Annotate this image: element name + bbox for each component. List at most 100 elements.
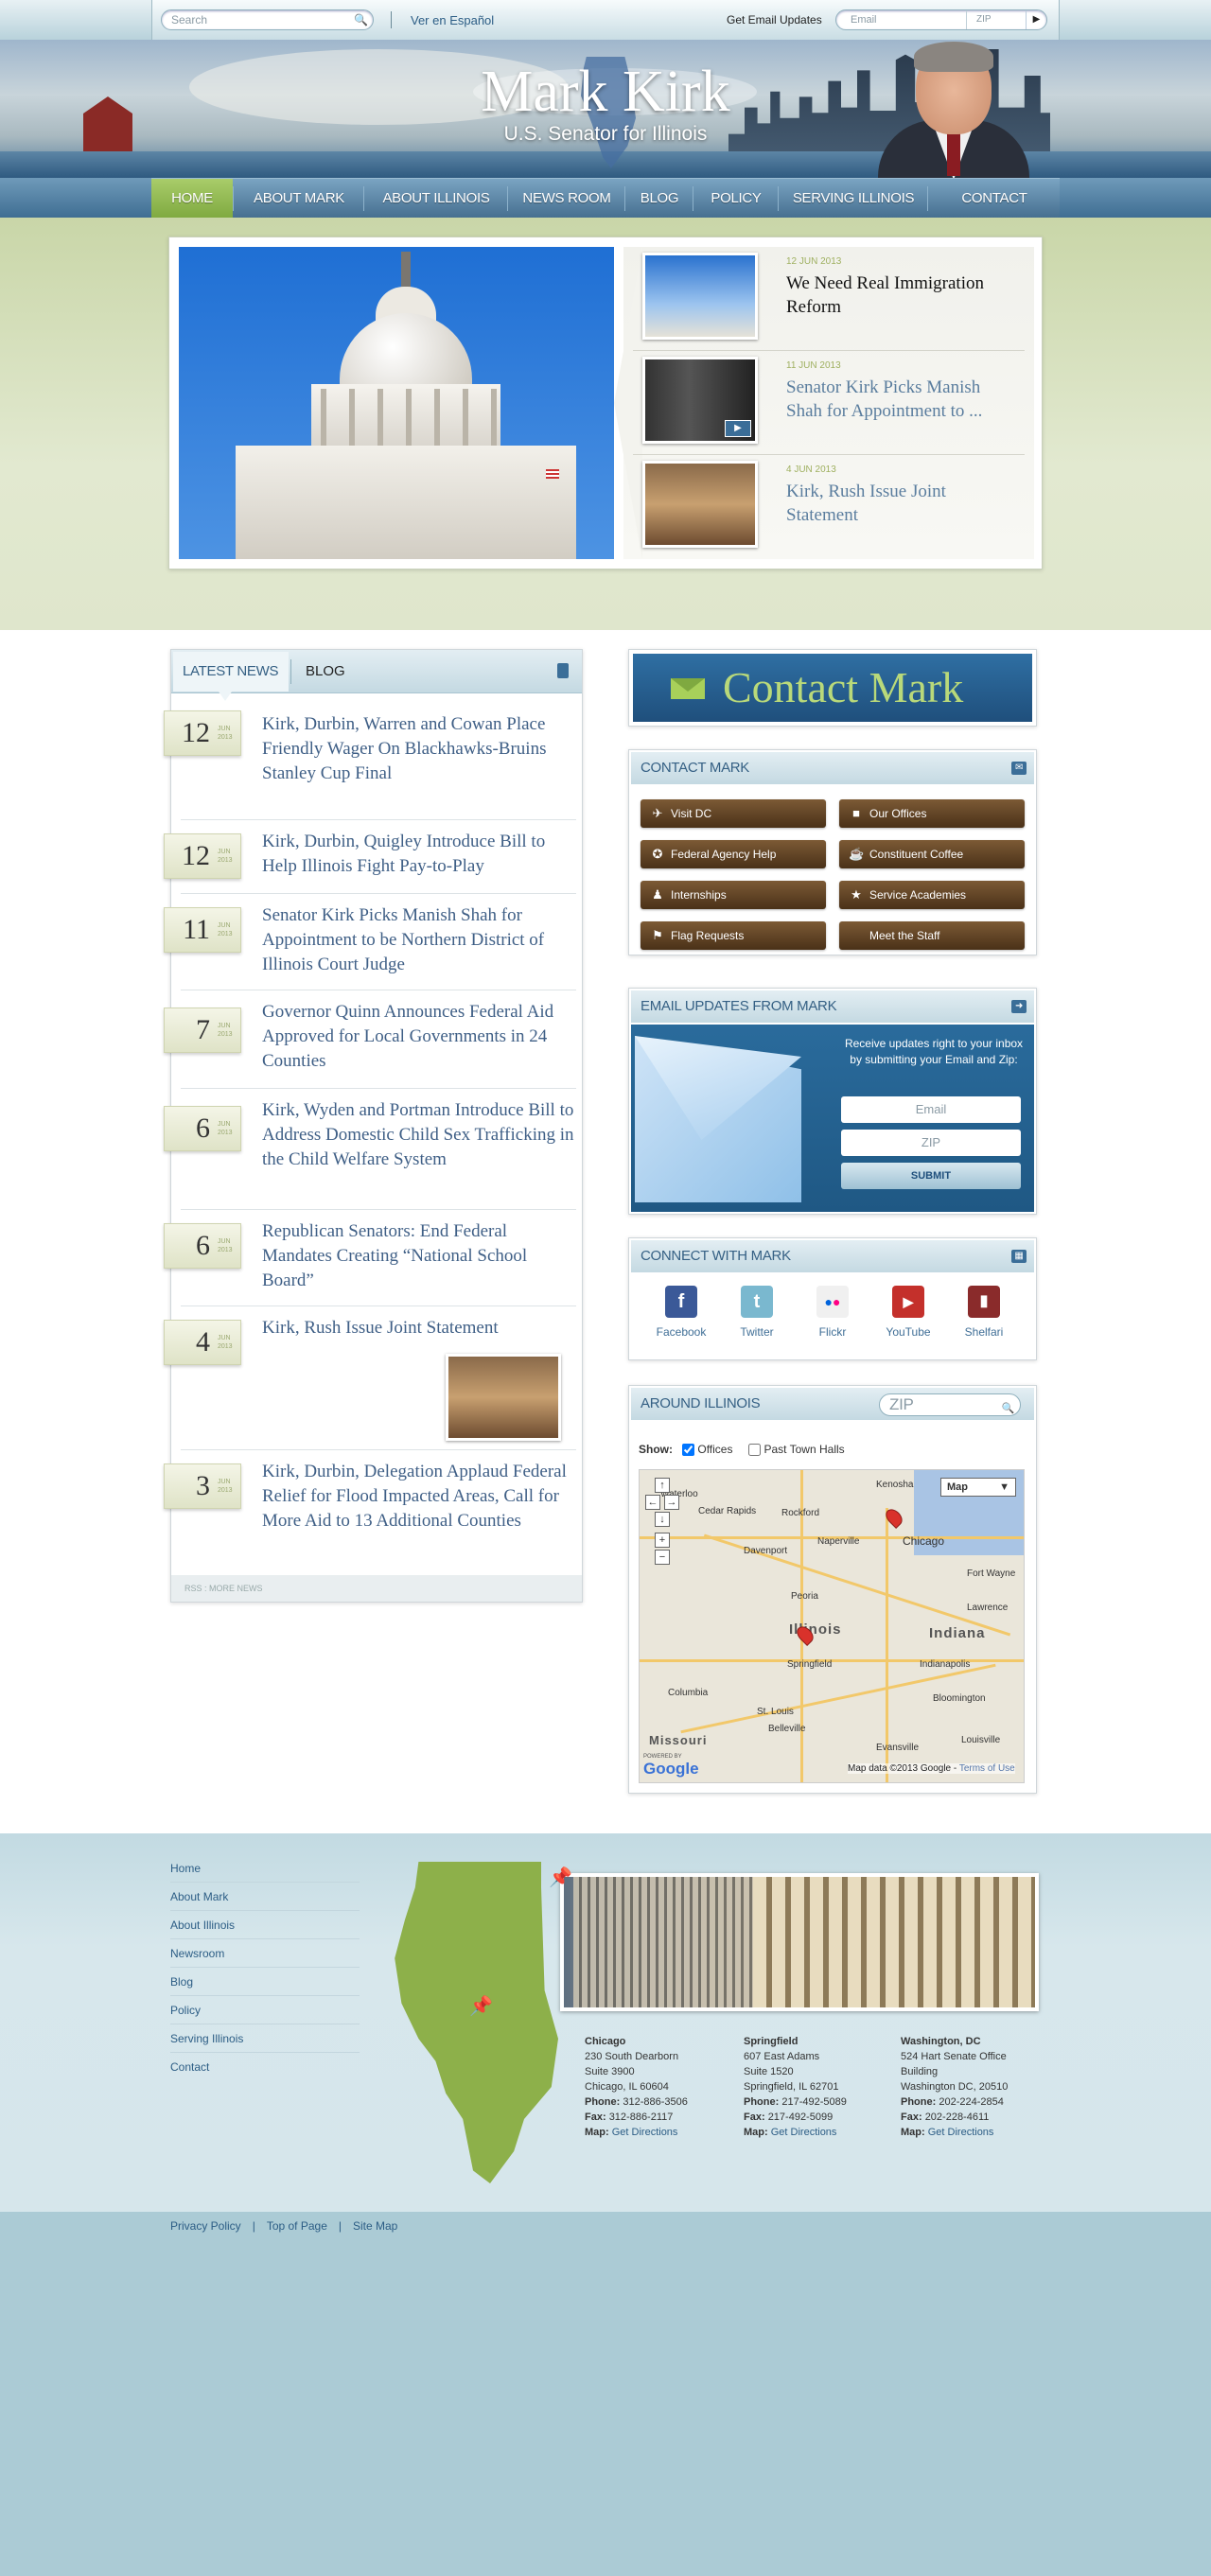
nav-serving-illinois[interactable]: SERVING ILLINOIS bbox=[780, 179, 927, 219]
footer-nav-serving-illinois[interactable]: Serving Illinois bbox=[170, 2024, 360, 2053]
featured-thumbnail[interactable] bbox=[642, 253, 758, 340]
visit-dc-button[interactable]: ✈ Visit DC bbox=[641, 799, 826, 828]
news-item[interactable]: 7 JUN 2013 Governor Quinn Announces Federa… bbox=[164, 990, 582, 1089]
contact-mark-label[interactable]: Contact Mark bbox=[723, 661, 963, 714]
spanish-link[interactable]: Ver en Español bbox=[411, 13, 494, 27]
play-icon[interactable]: ▶ bbox=[725, 420, 751, 437]
pushpin-icon[interactable]: 📌 bbox=[549, 1866, 572, 1889]
nav-policy[interactable]: POLICY bbox=[694, 179, 778, 219]
footer-nav-contact[interactable]: Contact bbox=[170, 2053, 360, 2081]
footer-nav-about-mark[interactable]: About Mark bbox=[170, 1883, 360, 1911]
privacy-policy-link[interactable]: Privacy Policy bbox=[170, 2219, 241, 2233]
pan-up-control[interactable]: ↑ bbox=[655, 1478, 670, 1493]
tab-blog[interactable]: BLOG bbox=[306, 652, 345, 692]
pan-left-control[interactable]: ← bbox=[645, 1495, 660, 1510]
footer-nav-home[interactable]: Home bbox=[170, 1854, 360, 1883]
news-item[interactable]: 6 JUN 2013 Kirk, Wyden and Portman Introdu… bbox=[164, 1089, 582, 1210]
twitter-link[interactable]: t Twitter bbox=[724, 1286, 790, 1339]
news-item[interactable]: 6 JUN 2013 Republican Senators: End Federa… bbox=[164, 1210, 582, 1306]
news-title[interactable]: Kirk, Rush Issue Joint Statement bbox=[262, 1316, 574, 1341]
news-title[interactable]: Republican Senators: End Federal Mandate… bbox=[262, 1219, 574, 1293]
featured-story[interactable]: 12 JUN 2013 We Need Real Immigration Ref… bbox=[623, 247, 1034, 351]
zoom-in-control[interactable]: + bbox=[655, 1533, 670, 1548]
footer-nav-policy[interactable]: Policy bbox=[170, 1996, 360, 2024]
footer-nav-blog[interactable]: Blog bbox=[170, 1968, 360, 1996]
featured-title[interactable]: Kirk, Rush Issue Joint Statement bbox=[786, 480, 1021, 527]
facebook-link[interactable]: f Facebook bbox=[648, 1286, 714, 1339]
footer-nav-newsroom[interactable]: Newsroom bbox=[170, 1939, 360, 1968]
flag-requests-button[interactable]: ⚑ Flag Requests bbox=[641, 921, 826, 950]
search-icon[interactable]: 🔍 bbox=[354, 13, 368, 26]
email-updates-zip-input[interactable]: ZIP bbox=[841, 1130, 1021, 1156]
news-title[interactable]: Kirk, Durbin, Delegation Applaud Federal… bbox=[262, 1460, 574, 1533]
tab-latest-news[interactable]: LATEST NEWS bbox=[173, 652, 289, 692]
twitter-icon[interactable]: t bbox=[741, 1286, 773, 1318]
youtube-icon[interactable]: ▶ bbox=[892, 1286, 924, 1318]
news-item-image[interactable] bbox=[446, 1354, 561, 1441]
featured-main-image[interactable] bbox=[179, 247, 614, 559]
nav-home[interactable]: HOME bbox=[151, 179, 233, 219]
nav-blog[interactable]: BLOG bbox=[626, 179, 693, 219]
news-item[interactable]: 12 JUN 2013 Kirk, Durbin, Quigley Introduc… bbox=[164, 820, 582, 894]
featured-video-thumbnail[interactable]: ▶ bbox=[642, 357, 758, 444]
get-directions-link[interactable]: Get Directions bbox=[928, 2127, 994, 2138]
flickr-icon[interactable]: ●● bbox=[816, 1286, 849, 1318]
meet-the-staff-button[interactable]: Meet the Staff bbox=[839, 921, 1025, 950]
topbar-email-submit-button[interactable]: ▶ bbox=[1026, 10, 1046, 29]
topbar-zip-input[interactable]: ZIP bbox=[976, 14, 992, 25]
site-title[interactable]: Mark Kirk bbox=[397, 61, 814, 123]
news-title[interactable]: Governor Quinn Announces Federal Aid App… bbox=[262, 1000, 574, 1074]
nav-about-illinois[interactable]: ABOUT ILLINOIS bbox=[365, 179, 507, 219]
news-title[interactable]: Kirk, Durbin, Quigley Introduce Bill to … bbox=[262, 830, 574, 879]
topbar-email-input[interactable]: Email bbox=[851, 14, 877, 26]
featured-title[interactable]: Senator Kirk Picks Manish Shah for Appoi… bbox=[786, 376, 1021, 423]
site-map-link[interactable]: Site Map bbox=[353, 2219, 397, 2233]
search-icon[interactable]: 🔍 bbox=[1002, 1398, 1015, 1419]
flickr-link[interactable]: ●● Flickr bbox=[799, 1286, 866, 1339]
pan-down-control[interactable]: ↓ bbox=[655, 1512, 670, 1527]
news-title[interactable]: Kirk, Durbin, Warren and Cowan Place Fri… bbox=[262, 712, 574, 786]
top-of-page-link[interactable]: Top of Page bbox=[267, 2219, 327, 2233]
contact-mark-banner[interactable]: Contact Mark bbox=[628, 649, 1037, 727]
search-input[interactable]: Search 🔍 bbox=[161, 9, 374, 30]
our-offices-button[interactable]: ■ Our Offices bbox=[839, 799, 1025, 828]
past-town-halls-checkbox[interactable] bbox=[748, 1444, 762, 1457]
footer-nav-about-illinois[interactable]: About Illinois bbox=[170, 1911, 360, 1939]
news-item[interactable]: 12 JUN 2013 Kirk, Durbin, Warren and Cowan… bbox=[164, 703, 582, 820]
nav-news-room[interactable]: NEWS ROOM bbox=[509, 179, 624, 219]
map-type-select[interactable]: Map ▼ bbox=[940, 1478, 1016, 1497]
nav-about-mark[interactable]: ABOUT MARK bbox=[235, 179, 363, 219]
email-updates-submit-button[interactable]: SUBMIT bbox=[841, 1163, 1021, 1189]
get-directions-link[interactable]: Get Directions bbox=[771, 2127, 837, 2138]
featured-thumbnail[interactable] bbox=[642, 461, 758, 548]
rss-icon[interactable] bbox=[557, 663, 569, 678]
get-directions-link[interactable]: Get Directions bbox=[612, 2127, 678, 2138]
nav-contact[interactable]: CONTACT bbox=[929, 179, 1060, 219]
constituent-coffee-button[interactable]: ☕ Constituent Coffee bbox=[839, 840, 1025, 868]
news-item[interactable]: 3 JUN 2013 Kirk, Durbin, Delegation Applau… bbox=[164, 1450, 582, 1573]
service-academies-button[interactable]: ★ Service Academies bbox=[839, 881, 1025, 909]
news-item[interactable]: 11 JUN 2013 Senator Kirk Picks Manish Shah… bbox=[164, 894, 582, 990]
news-title[interactable]: Kirk, Wyden and Portman Introduce Bill t… bbox=[262, 1098, 574, 1172]
around-zip-input[interactable]: ZIP 🔍 bbox=[879, 1393, 1021, 1416]
portrait-hair bbox=[914, 42, 993, 72]
youtube-link[interactable]: ▶ YouTube bbox=[875, 1286, 941, 1339]
featured-title[interactable]: We Need Real Immigration Reform bbox=[786, 272, 1021, 319]
terms-of-use-link[interactable]: Terms of Use bbox=[959, 1763, 1015, 1774]
shelfari-icon[interactable]: ▮ bbox=[968, 1286, 1000, 1318]
pan-right-control[interactable]: → bbox=[664, 1495, 679, 1510]
facebook-icon[interactable]: f bbox=[665, 1286, 697, 1318]
news-title[interactable]: Senator Kirk Picks Manish Shah for Appoi… bbox=[262, 903, 574, 977]
offices-checkbox[interactable] bbox=[682, 1444, 695, 1457]
federal-agency-help-button[interactable]: ✪ Federal Agency Help bbox=[641, 840, 826, 868]
zoom-out-control[interactable]: − bbox=[655, 1550, 670, 1565]
pushpin-icon[interactable]: 📌 bbox=[469, 1994, 493, 2018]
email-updates-email-input[interactable]: Email bbox=[841, 1096, 1021, 1123]
google-logo[interactable]: Google bbox=[643, 1760, 699, 1779]
shelfari-link[interactable]: ▮ Shelfari bbox=[951, 1286, 1017, 1339]
featured-story[interactable]: ▶ 11 JUN 2013 Senator Kirk Picks Manish … bbox=[623, 351, 1034, 455]
internships-button[interactable]: ♟ Internships bbox=[641, 881, 826, 909]
illinois-map[interactable]: Waterloo Cedar Rapids Rockford Kenosha N… bbox=[639, 1469, 1025, 1783]
news-more-link[interactable]: RSS : MORE NEWS bbox=[171, 1575, 582, 1602]
featured-story[interactable]: 4 JUN 2013 Kirk, Rush Issue Joint Statem… bbox=[623, 455, 1034, 559]
